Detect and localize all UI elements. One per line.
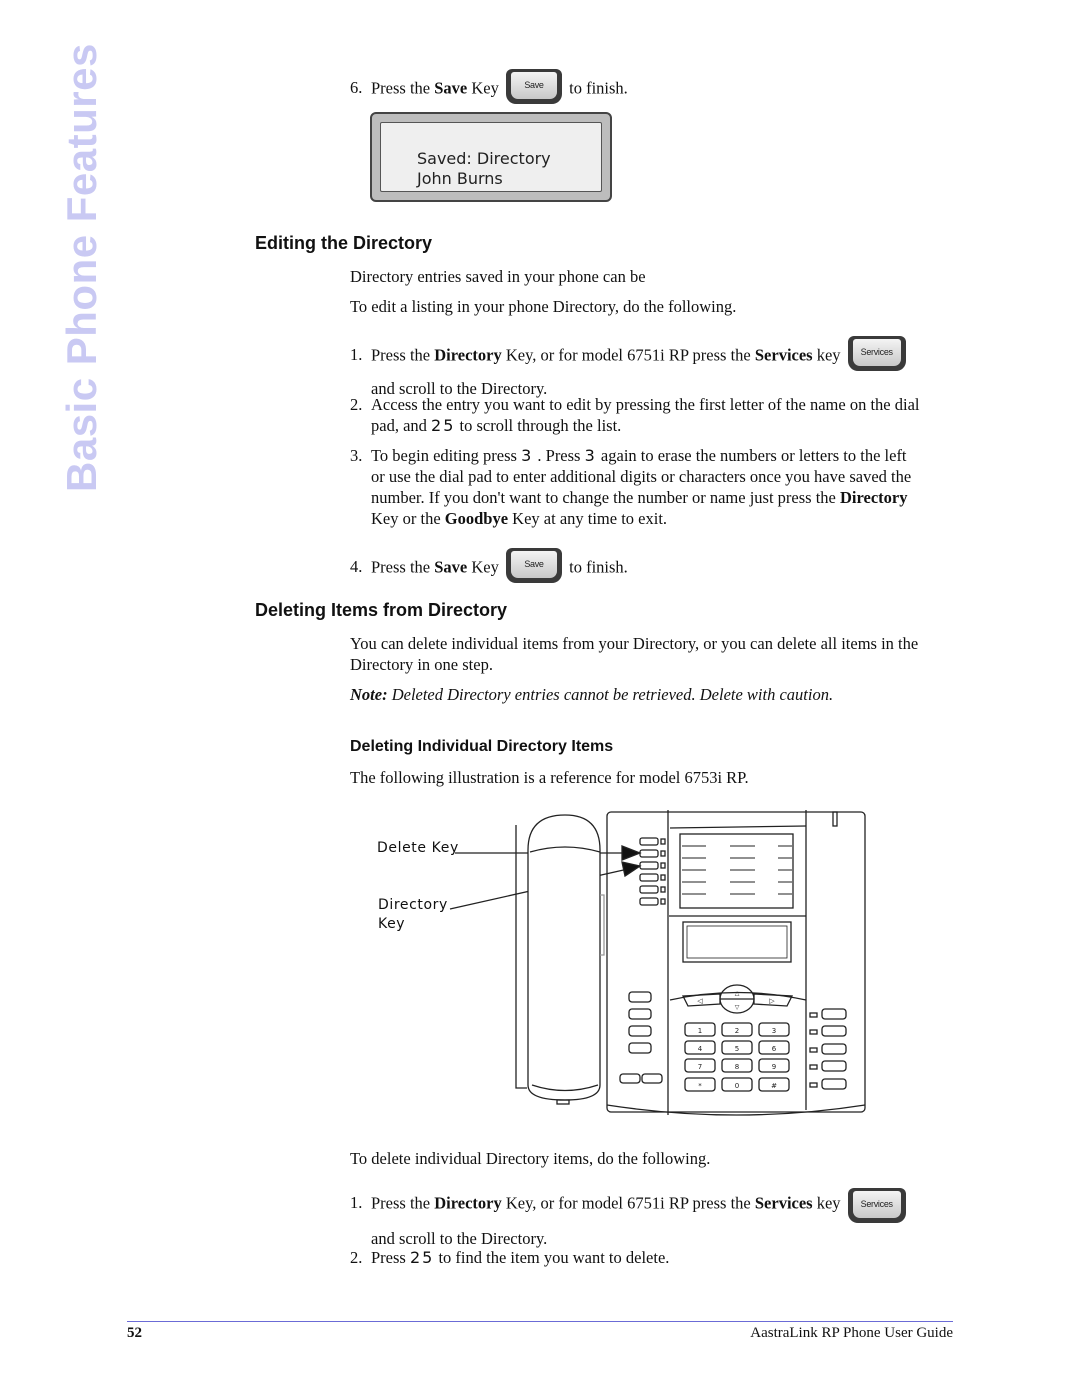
svg-text:0: 0	[735, 1082, 739, 1090]
step-text: Press the	[371, 1193, 435, 1213]
svg-text:▷: ▷	[769, 997, 775, 1005]
svg-text:▽: ▽	[735, 1004, 740, 1011]
svg-text:7: 7	[698, 1063, 702, 1071]
delete-instructions: To delete individual Directory items, do…	[350, 1149, 711, 1168]
phone-base-left-edge	[515, 825, 527, 1089]
services-key-label: Services	[852, 1191, 901, 1218]
phone-lcd	[682, 921, 792, 963]
step-bold: Directory	[434, 1193, 502, 1213]
deleting-step-1: 1. Press the Directory Key, or for model …	[350, 1187, 960, 1249]
svg-text:9: 9	[772, 1063, 776, 1071]
svg-text:1: 1	[698, 1027, 702, 1035]
softkey-label-screen	[679, 833, 794, 909]
svg-text:◁: ◁	[697, 997, 703, 1005]
directory-key-arrow	[621, 861, 642, 878]
step-text: Key, or for model 6751i RP press the	[501, 1193, 755, 1213]
step-text: and scroll to the Directory.	[371, 1229, 548, 1248]
svg-text:5: 5	[735, 1045, 739, 1053]
svg-text:△: △	[735, 990, 740, 997]
step-text: key	[812, 1193, 841, 1213]
handset	[527, 814, 601, 1101]
goodbye-key	[628, 991, 652, 1003]
step-bold: Services	[754, 1193, 813, 1213]
phone-indicator	[832, 811, 838, 827]
delete-key-arrow	[621, 845, 642, 861]
services-key-icon: Services	[847, 1188, 906, 1223]
scroll-keys-digits: 25	[409, 1248, 435, 1267]
hold-key	[628, 1025, 652, 1037]
guide-title: AastraLink RP Phone User Guide	[750, 1325, 953, 1341]
svg-text:*: *	[698, 1082, 702, 1090]
softkeys	[639, 837, 666, 906]
line-keys	[809, 1008, 847, 1090]
svg-text:4: 4	[698, 1045, 703, 1053]
page-number: 52	[127, 1325, 142, 1341]
step-text: Press	[371, 1248, 410, 1267]
step-number: 1.	[350, 1193, 363, 1213]
volume-up-key	[641, 1073, 663, 1084]
deleting-step-2: 2. Press 25 to find the item you want to …	[350, 1247, 669, 1268]
footer-rule	[127, 1321, 953, 1322]
svg-text:6: 6	[772, 1045, 777, 1053]
step-number: 2.	[350, 1248, 363, 1267]
svg-text:#: #	[771, 1082, 777, 1090]
svg-text:3: 3	[772, 1027, 776, 1035]
redial-key	[628, 1042, 652, 1054]
volume-down-key	[619, 1073, 641, 1084]
options-key	[628, 1008, 652, 1020]
svg-text:2: 2	[735, 1027, 739, 1035]
svg-text:8: 8	[735, 1063, 739, 1071]
step-text: to find the item you want to delete.	[434, 1248, 670, 1267]
